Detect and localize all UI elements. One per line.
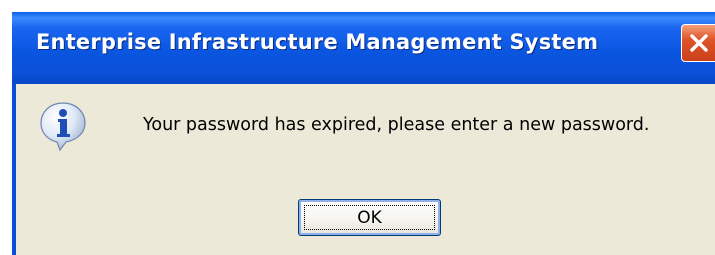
ok-button-label: OK xyxy=(357,207,382,228)
ok-button[interactable]: OK xyxy=(298,199,441,236)
dialog-body: Your password has expired, please enter … xyxy=(16,84,715,255)
message-dialog: Enterprise Infrastructure Management Sys… xyxy=(12,12,715,255)
close-button[interactable] xyxy=(681,24,715,62)
window-title: Enterprise Infrastructure Management Sys… xyxy=(36,30,599,54)
dialog-message: Your password has expired, please enter … xyxy=(143,115,650,135)
info-icon xyxy=(40,102,86,152)
close-icon xyxy=(690,34,708,52)
title-bar[interactable]: Enterprise Infrastructure Management Sys… xyxy=(12,12,715,84)
